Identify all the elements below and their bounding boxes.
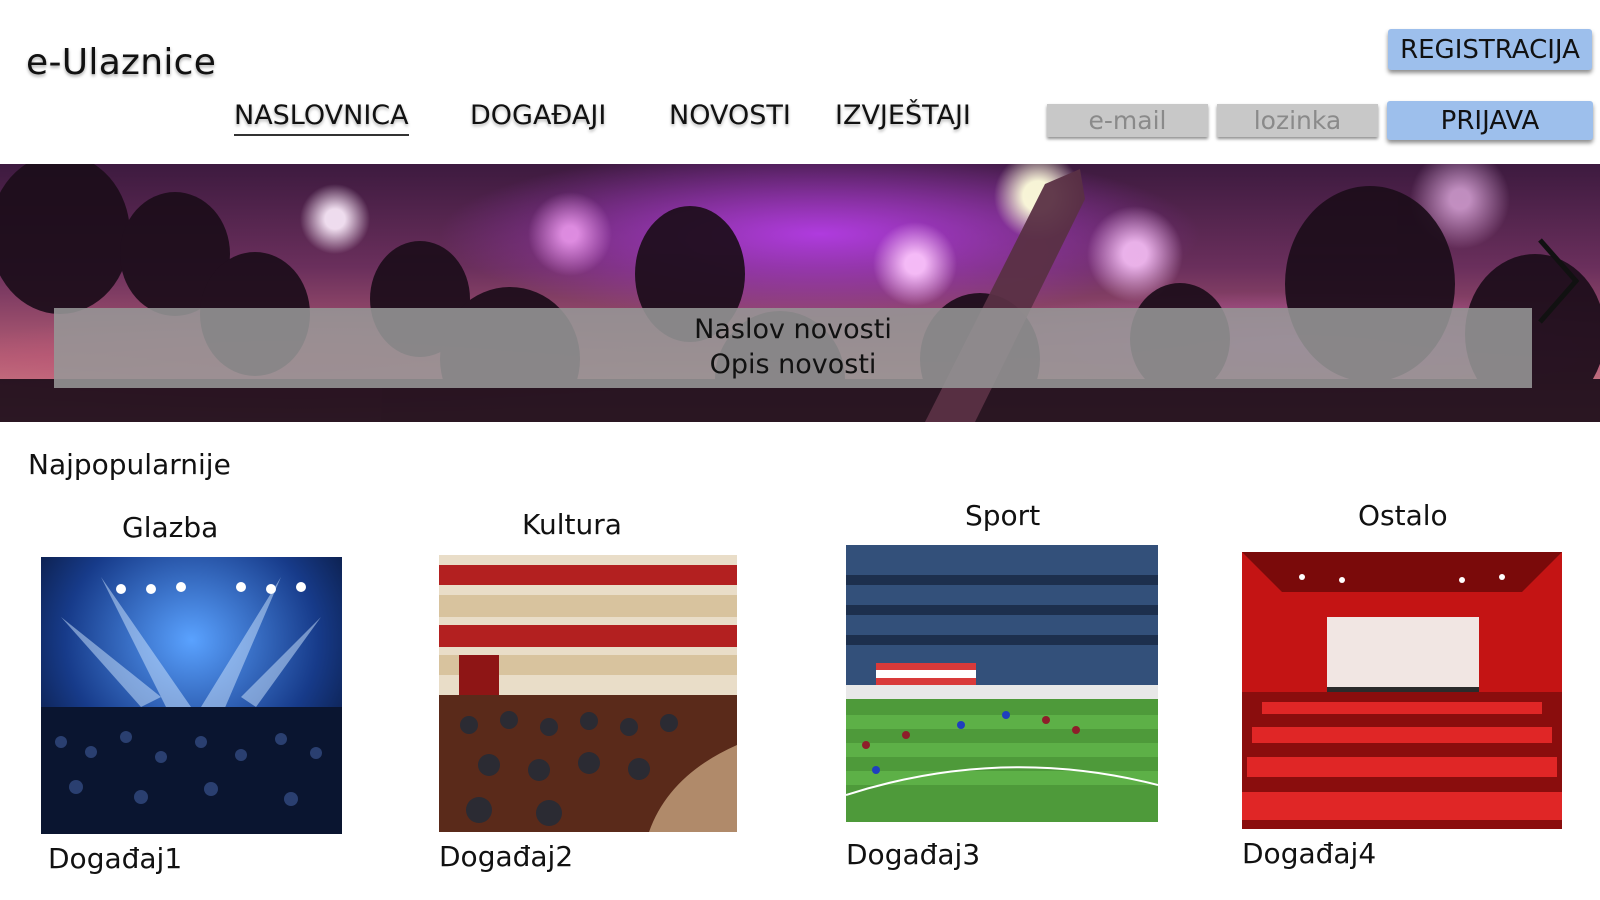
news-title: Naslov novosti xyxy=(694,314,892,345)
football-stadium-image[interactable] xyxy=(846,545,1158,822)
site-logo[interactable]: e-Ulaznice xyxy=(26,42,216,83)
cinema-hall-image[interactable] xyxy=(1242,552,1562,829)
theatre-hall-image[interactable] xyxy=(439,555,737,832)
category-title-ostalo: Ostalo xyxy=(1358,499,1448,532)
popular-section-title: Najpopularnije xyxy=(28,448,231,481)
register-button[interactable]: REGISTRACIJA xyxy=(1388,29,1592,70)
nav-item-dogadaji[interactable]: DOGAĐAJI xyxy=(470,100,606,134)
password-field[interactable] xyxy=(1217,104,1378,137)
login-button[interactable]: PRIJAVA xyxy=(1387,101,1593,140)
event-link-2[interactable]: Događaj2 xyxy=(439,840,573,873)
event-link-4[interactable]: Događaj4 xyxy=(1242,837,1376,870)
chevron-right-icon[interactable] xyxy=(1532,236,1582,326)
event-link-1[interactable]: Događaj1 xyxy=(48,842,182,875)
nav-item-izvjestaji[interactable]: IZVJEŠTAJI xyxy=(835,100,971,134)
news-description: Opis novosti xyxy=(709,349,877,380)
news-caption[interactable]: Naslov novosti Opis novosti xyxy=(54,308,1532,388)
event-link-3[interactable]: Događaj3 xyxy=(846,838,980,871)
news-carousel[interactable]: Naslov novosti Opis novosti xyxy=(0,164,1600,422)
nav-item-novosti[interactable]: NOVOSTI xyxy=(669,100,791,134)
category-title-glazba: Glazba xyxy=(122,511,219,544)
category-title-sport: Sport xyxy=(965,499,1041,532)
category-title-kultura: Kultura xyxy=(522,508,622,541)
email-field[interactable] xyxy=(1047,104,1208,137)
nav-item-naslovnica[interactable]: NASLOVNICA xyxy=(234,100,409,136)
concert-stage-image[interactable] xyxy=(41,557,342,834)
